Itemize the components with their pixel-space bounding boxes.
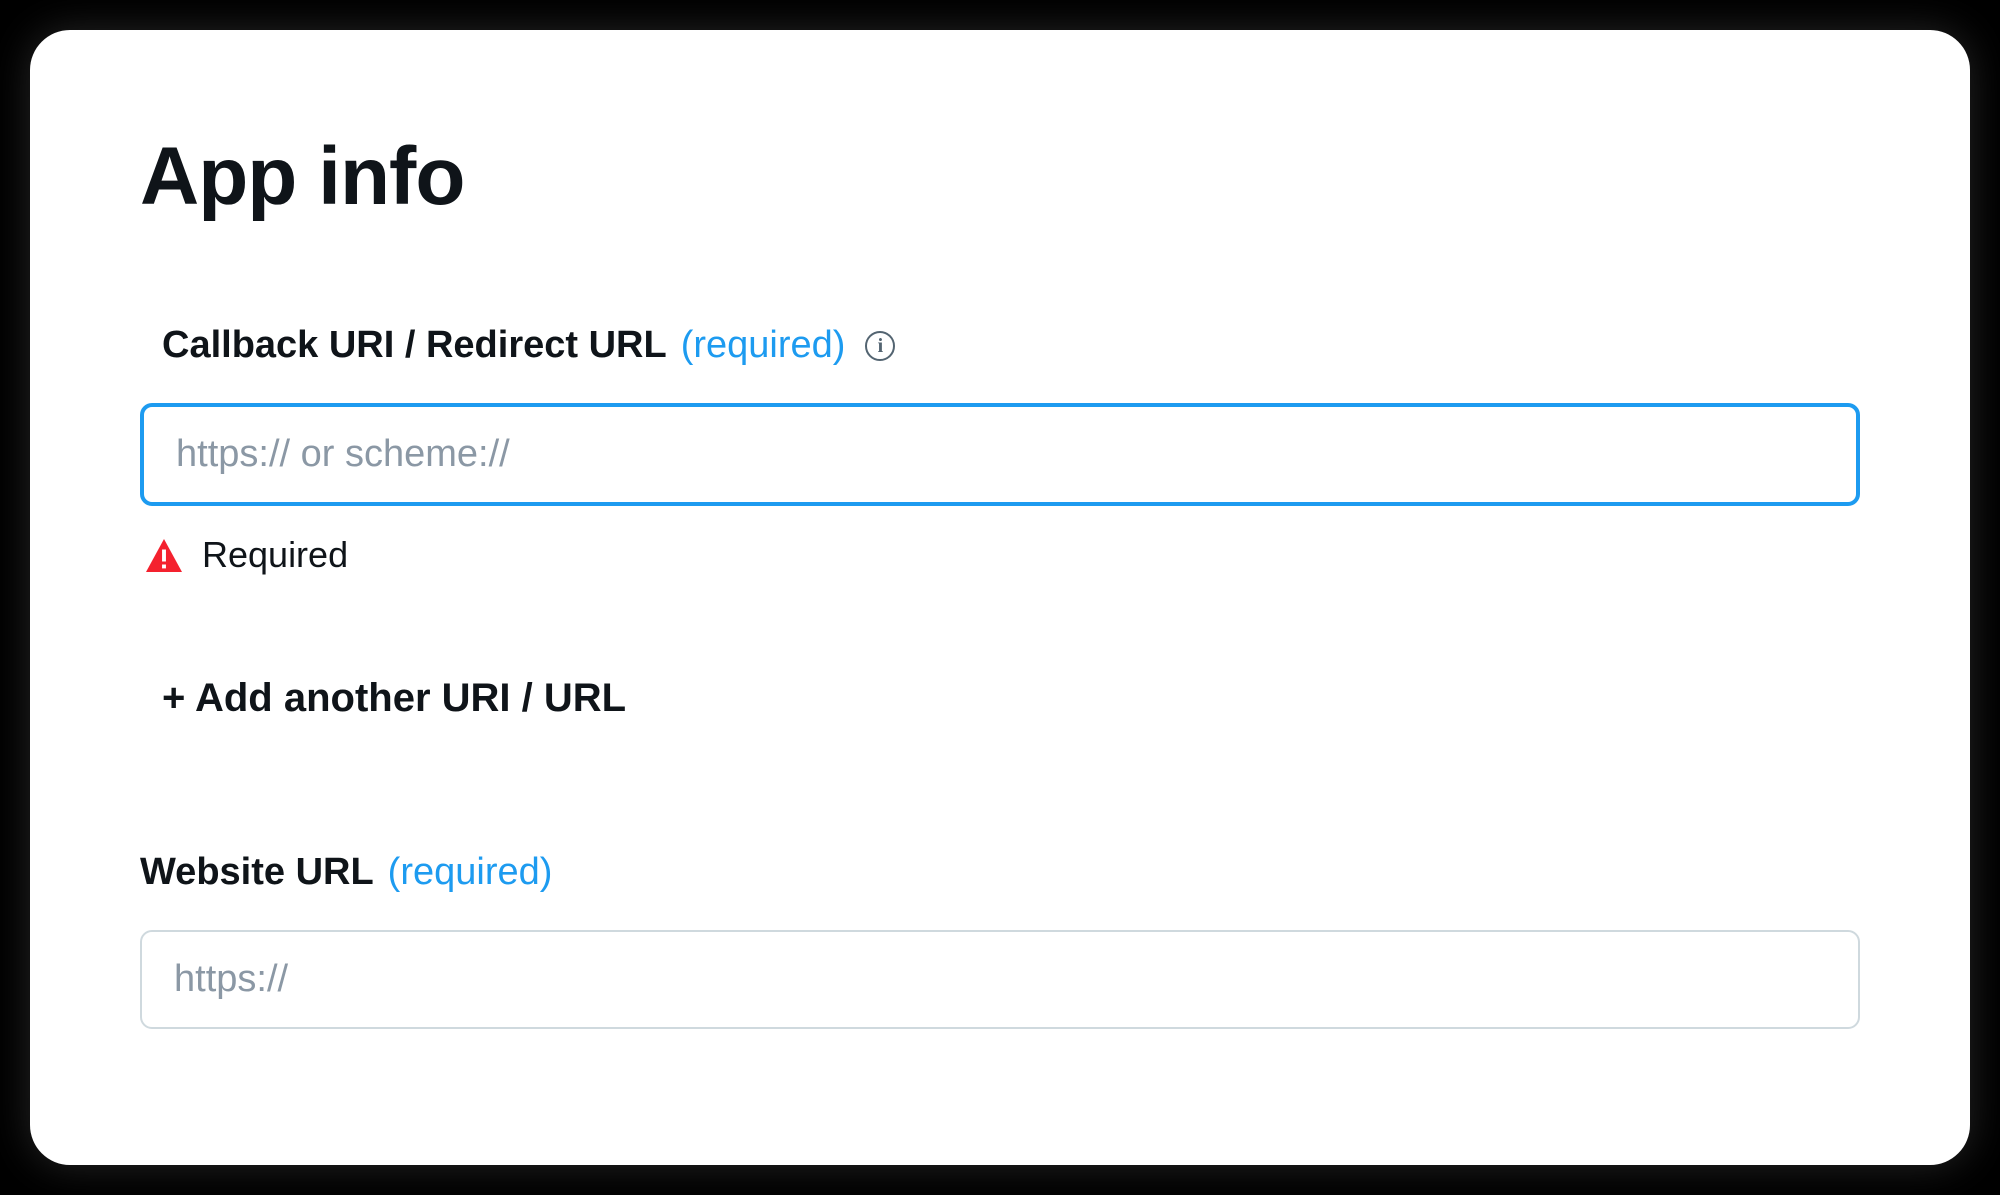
info-icon-glyph: i bbox=[878, 336, 884, 356]
website-url-input[interactable] bbox=[140, 930, 1860, 1029]
website-url-label: Website URL bbox=[140, 851, 374, 894]
callback-label: Callback URI / Redirect URL bbox=[162, 324, 667, 367]
warning-icon bbox=[146, 539, 182, 572]
callback-error-text: Required bbox=[202, 534, 348, 576]
website-section: Website URL (required) bbox=[140, 851, 1860, 1029]
app-info-card: App info Callback URI / Redirect URL (re… bbox=[30, 30, 1970, 1165]
callback-uri-input[interactable] bbox=[140, 403, 1860, 506]
callback-label-row: Callback URI / Redirect URL (required) i bbox=[162, 324, 1860, 367]
website-required-tag: (required) bbox=[388, 851, 553, 894]
callback-required-tag: (required) bbox=[681, 324, 846, 367]
info-icon[interactable]: i bbox=[865, 331, 895, 361]
website-label-row: Website URL (required) bbox=[140, 851, 1860, 894]
callback-error-row: Required bbox=[146, 534, 1860, 576]
add-another-uri-link[interactable]: + Add another URI / URL bbox=[162, 676, 626, 721]
callback-section: Callback URI / Redirect URL (required) i… bbox=[140, 324, 1860, 721]
page-title: App info bbox=[140, 130, 1860, 224]
